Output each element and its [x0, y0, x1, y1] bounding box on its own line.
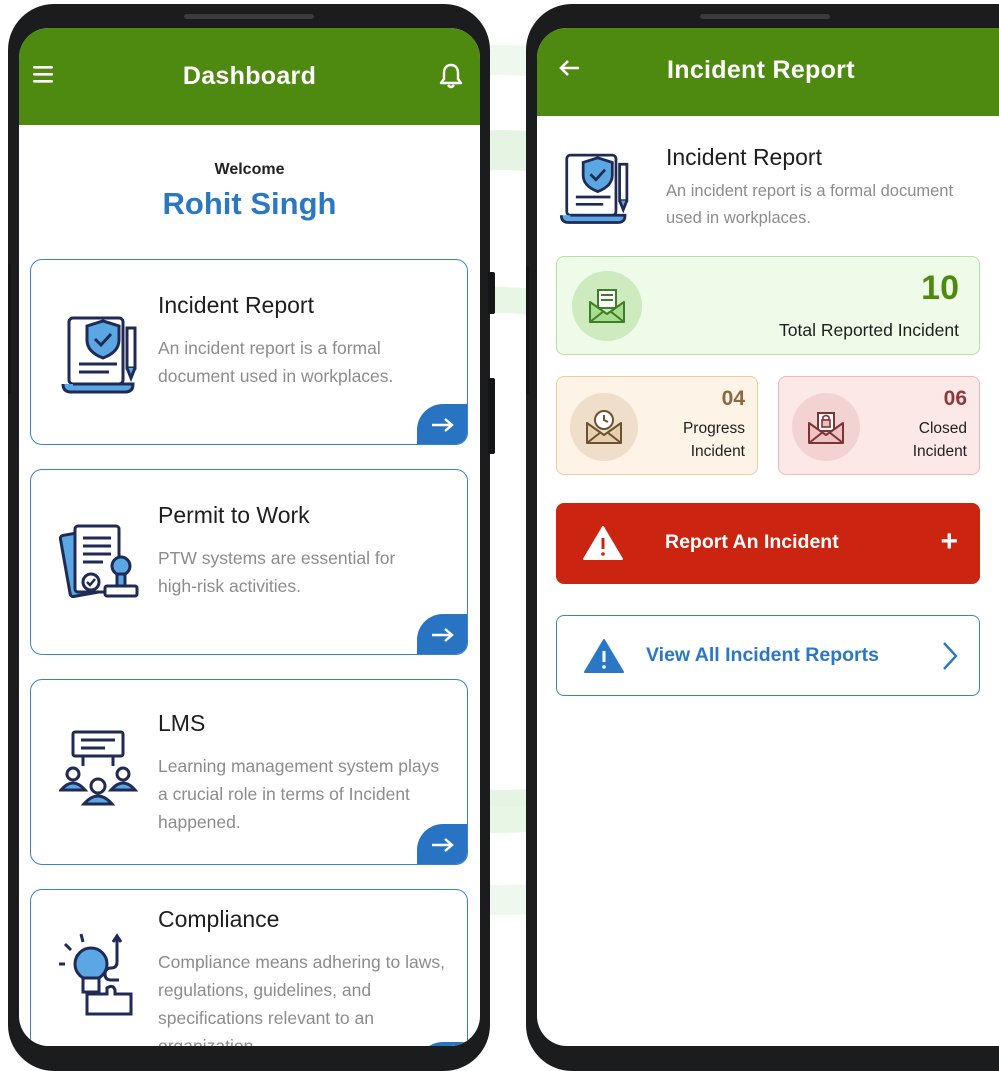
view-all-reports-button[interactable]: View All Incident Reports	[556, 615, 980, 696]
arrow-left-icon[interactable]	[557, 58, 581, 78]
incident-document-icon	[59, 308, 141, 398]
report-incident-button[interactable]: Report An Incident +	[556, 503, 980, 584]
phone-speaker	[184, 14, 314, 19]
total-incident-label: Total Reported Incident	[779, 320, 959, 340]
phone-volume-down-button	[488, 378, 495, 454]
incident-document-icon	[555, 146, 635, 228]
chevron-right-icon	[941, 640, 959, 677]
phone-side-button	[526, 266, 529, 394]
closed-incident-card[interactable]: 06 Closed Incident	[778, 376, 980, 475]
lightbulb-puzzle-icon	[59, 932, 141, 1022]
total-incident-count: 10	[921, 269, 959, 307]
closed-incident-label: Closed Incident	[913, 417, 967, 463]
view-all-reports-label: View All Incident Reports	[646, 644, 879, 666]
arrow-right-icon[interactable]	[417, 824, 467, 864]
warning-triangle-icon	[582, 525, 624, 566]
progress-label-line1: Progress	[682, 420, 745, 437]
incident-app-bar: Incident Report	[537, 28, 999, 116]
phone-side-button	[8, 264, 11, 394]
incident-report-screen: Incident Report Incident Report An incid…	[537, 28, 999, 1046]
card-compliance[interactable]: Compliance Compliance means adhering to …	[30, 889, 468, 1046]
dashboard-app-bar: Dashboard	[19, 28, 480, 125]
progress-incident-count: 04	[721, 387, 745, 410]
card-title: Permit to Work	[158, 502, 310, 528]
progress-incident-label: Progress Incident	[683, 417, 745, 463]
phone-incident-report: Incident Report Incident Report An incid…	[526, 4, 999, 1071]
dashboard-title: Dashboard	[182, 62, 317, 90]
card-description: PTW systems are essential for high-risk …	[158, 548, 396, 596]
total-reported-card[interactable]: 10 Total Reported Incident	[556, 256, 980, 355]
card-title: LMS	[158, 710, 206, 736]
arrow-right-icon[interactable]	[417, 614, 467, 654]
closed-label-line2: Incident	[912, 443, 967, 460]
welcome-label: Welcome	[214, 161, 285, 178]
progress-incident-card[interactable]: 04 Progress Incident	[556, 376, 758, 475]
card-permit-to-work[interactable]: Permit to Work PTW systems are essential…	[30, 469, 468, 655]
closed-label-line1: Closed	[918, 420, 967, 437]
progress-label-line2: Incident	[690, 443, 745, 460]
card-title: Compliance	[158, 906, 280, 932]
arrow-right-icon[interactable]	[417, 404, 467, 444]
hamburger-menu-icon[interactable]	[31, 64, 57, 86]
card-incident-report[interactable]: Incident Report An incident report is a …	[30, 259, 468, 445]
card-description: An incident report is a formal document …	[158, 338, 394, 386]
bell-icon[interactable]	[438, 62, 464, 90]
card-description: Learning management system plays a cruci…	[158, 756, 440, 832]
header-description: An incident report is a formal document …	[666, 182, 954, 227]
closed-incident-count: 06	[943, 387, 967, 410]
user-name: Rohit Singh	[162, 186, 337, 221]
training-group-icon	[57, 724, 141, 814]
warning-triangle-icon	[583, 638, 625, 679]
mail-lock-icon	[792, 393, 860, 461]
phone-speaker	[700, 14, 830, 19]
mail-document-icon	[572, 271, 642, 341]
plus-icon: +	[940, 525, 958, 558]
card-lms[interactable]: LMS Learning management system plays a c…	[30, 679, 468, 865]
report-incident-label: Report An Incident	[665, 531, 839, 553]
mail-clock-icon	[570, 393, 638, 461]
incident-screen-title: Incident Report	[667, 56, 855, 84]
permit-stamp-icon	[58, 518, 141, 608]
card-title: Incident Report	[158, 292, 314, 318]
dashboard-screen: Dashboard Welcome Rohit Singh Incident R…	[19, 28, 480, 1046]
phone-dashboard: Dashboard Welcome Rohit Singh Incident R…	[8, 4, 490, 1071]
card-description: Compliance means adhering to laws, regul…	[158, 952, 445, 1046]
header-title: Incident Report	[666, 144, 822, 170]
phone-volume-up-button	[488, 272, 495, 314]
